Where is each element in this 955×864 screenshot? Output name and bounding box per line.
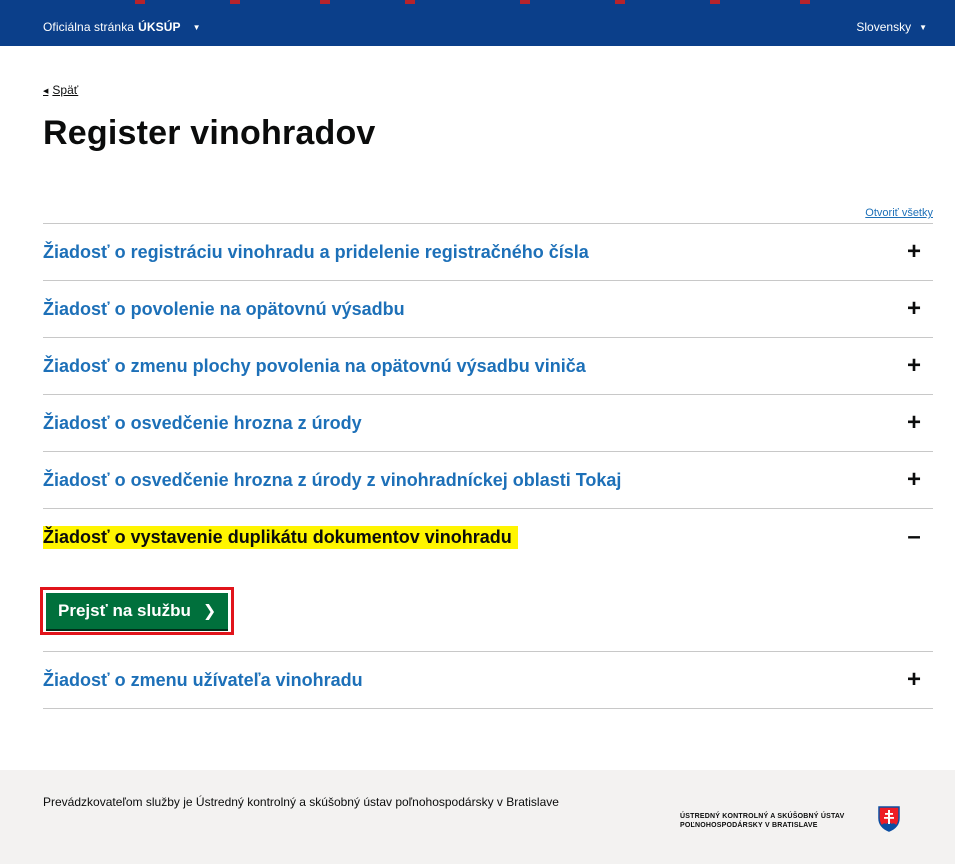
accordion-section: Žiadosť o osvedčenie hrozna z úrody z vi… xyxy=(43,451,933,508)
footer-org-line2: POĽNOHOSPODÁRSKY V BRATISLAVE xyxy=(680,822,818,829)
back-link[interactable]: ◀ Späť xyxy=(43,83,78,97)
language-dropdown[interactable]: Slovensky ▼ xyxy=(856,20,927,34)
accordion-title: Žiadosť o vystavenie duplikátu dokumento… xyxy=(43,525,518,549)
official-site-label: Oficiálna stránka xyxy=(43,20,135,34)
accordion-section-expanded: Žiadosť o vystavenie duplikátu dokumento… xyxy=(40,508,933,651)
official-site-org: ÚKSÚP xyxy=(138,20,181,34)
button-focus-outline: Prejsť na službu ❯ xyxy=(40,587,235,635)
top-bar: Oficiálna stránka ÚKSÚP ▼ Slovensky ▼ xyxy=(0,0,955,46)
accordion-title: Žiadosť o povolenie na opätovnú výsadbu xyxy=(43,298,405,319)
top-bar-stripes xyxy=(0,0,955,4)
accordion-section: Žiadosť o zmenu plochy povolenia na opät… xyxy=(43,337,933,394)
accordion-header[interactable]: Žiadosť o zmenu užívateľa vinohradu + xyxy=(43,652,933,708)
accordion-title: Žiadosť o osvedčenie hrozna z úrody z vi… xyxy=(43,469,622,490)
accordion-section: Žiadosť o osvedčenie hrozna z úrody + xyxy=(43,394,933,451)
footer-operator-text: Prevádzkovateľom služby je Ústredný kont… xyxy=(43,795,559,809)
chevron-right-icon: ❯ xyxy=(202,603,217,620)
accordion-header[interactable]: Žiadosť o zmenu plochy povolenia na opät… xyxy=(43,338,933,394)
accordion-header[interactable]: Žiadosť o vystavenie duplikátu dokumento… xyxy=(43,509,933,565)
caret-down-icon: ▼ xyxy=(192,22,201,32)
accordion-title: Žiadosť o registráciu vinohradu a pridel… xyxy=(43,241,589,262)
accordion-title: Žiadosť o zmenu užívateľa vinohradu xyxy=(43,669,363,690)
triangle-left-icon: ◀ xyxy=(43,88,49,95)
slovak-coat-of-arms-icon xyxy=(878,806,900,832)
accordion-title: Žiadosť o osvedčenie hrozna z úrody xyxy=(43,412,362,433)
minus-icon: – xyxy=(907,523,921,550)
accordion-title: Žiadosť o zmenu plochy povolenia na opät… xyxy=(43,355,586,376)
official-site-dropdown[interactable]: Oficiálna stránka ÚKSÚP ▼ xyxy=(43,20,201,34)
plus-icon: + xyxy=(906,295,921,322)
footer-org-line1: ÚSTREDNÝ KONTROLNÝ A SKÚŠOBNÝ ÚSTAV xyxy=(680,813,845,820)
accordion-section: Žiadosť o registráciu vinohradu a pridel… xyxy=(43,223,933,280)
language-label: Slovensky xyxy=(856,20,912,34)
accordion-content: Prejsť na službu ❯ xyxy=(40,565,933,651)
plus-icon: + xyxy=(906,409,921,436)
footer-org-logo-text: ÚSTREDNÝ KONTROLNÝ A SKÚŠOBNÝ ÚSTAV POĽN… xyxy=(680,812,845,830)
accordion-header[interactable]: Žiadosť o osvedčenie hrozna z úrody z vi… xyxy=(43,452,933,508)
go-to-service-button[interactable]: Prejsť na službu ❯ xyxy=(46,593,229,629)
open-all-link[interactable]: Otvoriť všetky xyxy=(865,207,933,219)
back-link-label: Späť xyxy=(52,83,79,97)
footer: Prevádzkovateľom služby je Ústredný kont… xyxy=(0,770,955,864)
page-title: Register vinohradov xyxy=(43,114,376,152)
accordion: Žiadosť o registráciu vinohradu a pridel… xyxy=(40,223,933,709)
accordion-section: Žiadosť o zmenu užívateľa vinohradu + xyxy=(43,651,933,709)
plus-icon: + xyxy=(906,466,921,493)
accordion-section: Žiadosť o povolenie na opätovnú výsadbu … xyxy=(43,280,933,337)
plus-icon: + xyxy=(906,666,921,693)
accordion-header[interactable]: Žiadosť o osvedčenie hrozna z úrody + xyxy=(43,395,933,451)
plus-icon: + xyxy=(906,238,921,265)
go-to-service-label: Prejsť na službu xyxy=(58,601,191,620)
plus-icon: + xyxy=(906,352,921,379)
accordion-header[interactable]: Žiadosť o registráciu vinohradu a pridel… xyxy=(43,224,933,280)
accordion-header[interactable]: Žiadosť o povolenie na opätovnú výsadbu … xyxy=(43,281,933,337)
caret-down-icon: ▼ xyxy=(919,22,927,32)
